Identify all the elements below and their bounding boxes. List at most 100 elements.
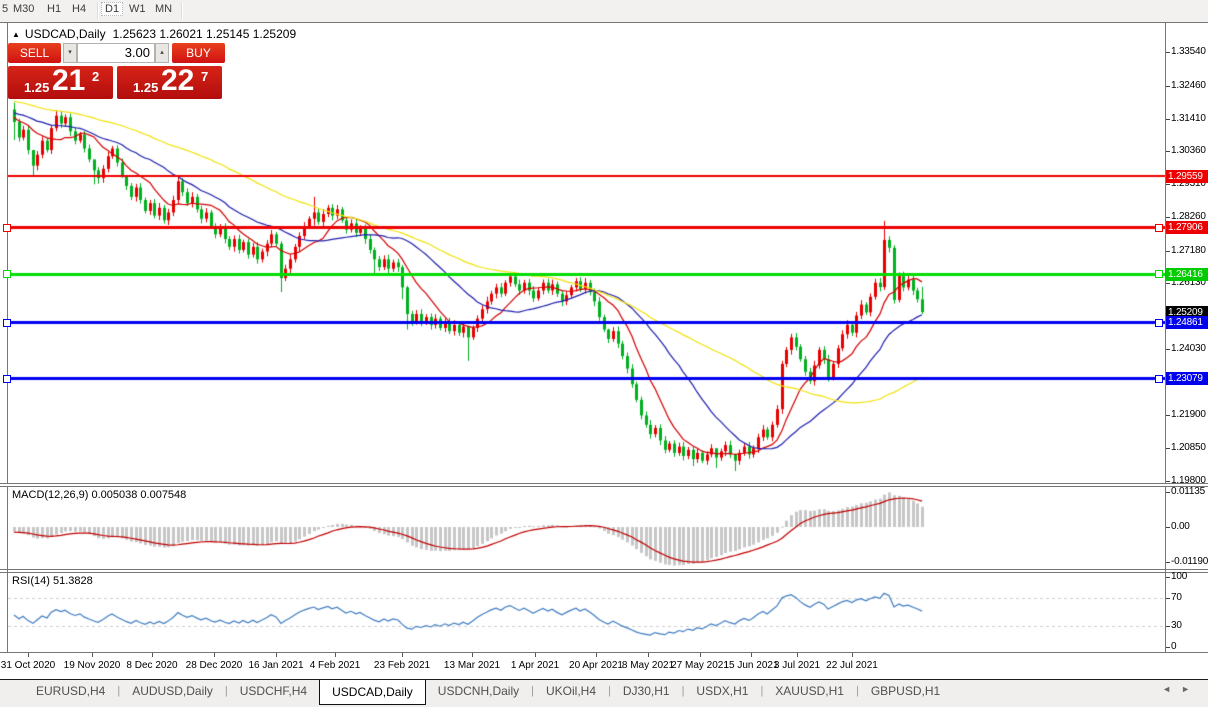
date-tick-label: 15 Jun 2021: [723, 660, 779, 671]
macd-pane-top-border[interactable]: [0, 486, 1208, 487]
hline-handle[interactable]: [3, 319, 11, 327]
price-tick-label: 1.21900: [1171, 409, 1206, 420]
hline-handle[interactable]: [3, 270, 11, 278]
chart-tab-audusd[interactable]: AUDUSD,Daily: [120, 680, 225, 705]
rsi-tick-mark: [1166, 647, 1170, 648]
chart-tab-ukoil[interactable]: UKOil,H4: [534, 680, 608, 705]
timeframe-button-5[interactable]: 5: [2, 3, 8, 15]
price-badge: 1.23079: [1166, 372, 1208, 385]
chart-tab-usdchf[interactable]: USDCHF,H4: [228, 680, 319, 705]
timeframe-button-h4[interactable]: H4: [72, 3, 86, 15]
hline-handle[interactable]: [1155, 319, 1163, 327]
timeframe-button-h1[interactable]: H1: [47, 3, 61, 15]
rsi-tick-mark: [1166, 626, 1170, 627]
price-tick-mark: [1166, 251, 1170, 252]
price-tick-label: 1.30360: [1171, 145, 1206, 156]
ask-price-major: 1.25: [133, 80, 159, 95]
rsi-tick-label: 0: [1171, 641, 1177, 652]
trade-prices-row: 1.25 21 2 1.25 22 7: [8, 64, 225, 99]
rsi-header: RSI(14) 51.3828: [12, 575, 93, 587]
price-tick-mark: [1166, 481, 1170, 482]
chart-tab-gbpusd[interactable]: GBPUSD,H1: [859, 680, 952, 705]
rsi-indicator-canvas[interactable]: [8, 573, 1165, 652]
timeframe-button-mn[interactable]: MN: [155, 3, 172, 15]
main-pane-bottom-border: [0, 483, 1208, 484]
date-tick-label: 4 Feb 2021: [309, 660, 361, 671]
chart-tab-dj30[interactable]: DJ30,H1: [611, 680, 682, 705]
chart-title: ▲ USDCAD,Daily 1.25623 1.26021 1.25145 1.2…: [12, 27, 296, 41]
price-tick-label: 1.33540: [1171, 46, 1206, 57]
bid-price-major: 1.25: [24, 80, 50, 95]
tab-scroll-arrows: ◄►: [1162, 684, 1200, 694]
timeframe-button-w1[interactable]: W1: [129, 3, 146, 15]
volume-decrease-button[interactable]: ▾: [63, 43, 77, 63]
buy-button[interactable]: BUY: [172, 43, 225, 63]
date-tick-mark: [535, 653, 536, 657]
date-tick-mark: [28, 653, 29, 657]
ask-price-button[interactable]: 1.25 22 7: [117, 64, 222, 99]
price-tick-mark: [1166, 349, 1170, 350]
timeframe-toolbar: 5 M30 H1 H4 D1 W1 MN: [0, 0, 1208, 22]
date-tick-mark: [472, 653, 473, 657]
macd-pane-bottom-border: [0, 569, 1208, 570]
price-axis-border: [1165, 22, 1166, 653]
volume-increase-button[interactable]: ▴: [155, 43, 169, 63]
trading-app-window: 5 M30 H1 H4 D1 W1 MN ▲ USDCAD,Daily 1.25623 1.26…: [0, 0, 1208, 707]
tab-scroll-left-icon[interactable]: ◄: [1162, 684, 1181, 694]
macd-tick-mark: [1166, 562, 1170, 563]
price-tick-label: 1.31410: [1171, 113, 1206, 124]
chart-symbol-label: USDCAD,Daily: [24, 27, 106, 41]
date-tick-label: 31 Oct 2020: [0, 660, 56, 671]
hline-handle[interactable]: [3, 375, 11, 383]
price-tick-mark: [1166, 119, 1170, 120]
bid-price-button[interactable]: 1.25 21 2: [8, 64, 113, 99]
chart-left-border: [7, 22, 8, 653]
price-tick-label: 1.27180: [1171, 245, 1206, 256]
ask-price-pips: 22: [161, 64, 195, 97]
macd-tick-mark: [1166, 527, 1170, 528]
price-tick-mark: [1166, 217, 1170, 218]
date-tick-label: 19 Nov 2020: [63, 660, 121, 671]
date-tick-mark: [402, 653, 403, 657]
collapse-panel-icon[interactable]: ▲: [12, 30, 20, 39]
date-tick-label: 16 Jan 2021: [248, 660, 304, 671]
sell-button[interactable]: SELL: [8, 43, 61, 63]
chart-tab-usdcnh[interactable]: USDCNH,Daily: [426, 680, 531, 705]
timeframe-button-m30[interactable]: M30: [13, 3, 34, 15]
date-tick-mark: [852, 653, 853, 657]
rsi-tick-label: 100: [1171, 571, 1188, 582]
price-badge: 1.29559: [1166, 170, 1208, 183]
price-tick-mark: [1166, 151, 1170, 152]
date-tick-label: 8 May 2021: [621, 660, 675, 671]
one-click-trading-panel: SELL ▾ 3.00 ▴ BUY 1.25 21 2 1.25 22 7: [8, 43, 225, 99]
volume-input[interactable]: 3.00: [77, 43, 155, 63]
tab-scroll-right-icon[interactable]: ►: [1181, 684, 1200, 694]
price-tick-label: 1.24030: [1171, 343, 1206, 354]
price-tick-mark: [1166, 415, 1170, 416]
chart-ohlc-values: 1.25623 1.26021 1.25145 1.25209: [112, 27, 297, 41]
date-tick-mark: [596, 653, 597, 657]
chart-tab-usdx[interactable]: USDX,H1: [684, 680, 760, 705]
date-tick-label: 28 Dec 2020: [185, 660, 243, 671]
timeframe-button-d1[interactable]: D1: [101, 2, 124, 16]
hline-handle[interactable]: [3, 224, 11, 232]
date-tick-label: 3 Jul 2021: [773, 660, 821, 671]
hline-handle[interactable]: [1155, 270, 1163, 278]
chart-tab-usdcad[interactable]: USDCAD,Daily: [319, 680, 426, 705]
hline-handle[interactable]: [1155, 375, 1163, 383]
macd-tick-label: 0.01135: [1171, 486, 1206, 497]
price-badge: 1.26416: [1166, 268, 1208, 281]
date-tick-label: 13 Mar 2021: [443, 660, 501, 671]
price-badge: 1.24861: [1166, 316, 1208, 329]
hline-handle[interactable]: [1155, 224, 1163, 232]
macd-tick-mark: [1166, 492, 1170, 493]
chart-tab-xauusd[interactable]: XAUUSD,H1: [763, 680, 856, 705]
price-tick-label: 1.32460: [1171, 80, 1206, 91]
toolbar-separator: [181, 2, 183, 19]
chart-tab-eurusd[interactable]: EURUSD,H4: [24, 680, 117, 705]
rsi-pane-top-border[interactable]: [0, 572, 1208, 573]
rsi-tick-label: 70: [1171, 592, 1182, 603]
price-tick-label: 1.19800: [1171, 475, 1206, 486]
macd-tick-label: -0.011904: [1171, 556, 1208, 567]
price-tick-mark: [1166, 86, 1170, 87]
